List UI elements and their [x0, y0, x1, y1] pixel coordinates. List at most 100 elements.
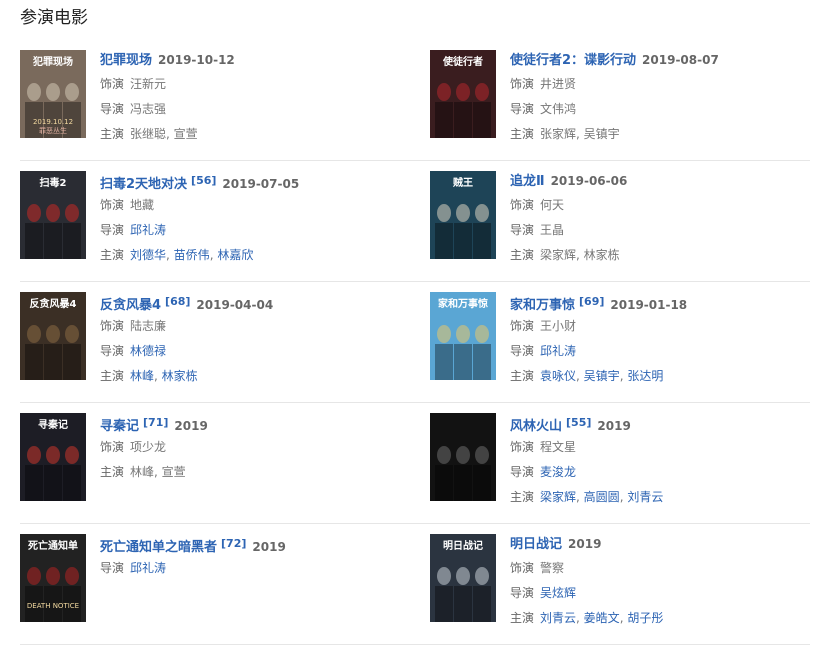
name-separator: , — [576, 369, 584, 383]
meta-label: 主演 — [510, 248, 535, 262]
cast-name: 林家栋 — [583, 248, 620, 262]
cast-name-link[interactable]: 吴镇宇 — [584, 369, 620, 383]
movie-poster[interactable]: 明日战记 — [430, 534, 496, 622]
svg-text:罪恶丛生: 罪恶丛生 — [39, 126, 67, 135]
director-name-link[interactable]: 邱礼涛 — [540, 344, 576, 358]
movie-poster[interactable]: 死亡通知单 DEATH NOTICE — [20, 534, 86, 622]
movie-poster[interactable]: 扫毒2 — [20, 171, 86, 259]
reference-link[interactable]: [68] — [165, 295, 190, 308]
cast-name-link[interactable]: 林峰 — [130, 369, 154, 383]
cast-name-link[interactable]: 袁咏仪 — [540, 369, 576, 383]
svg-text:DEATH NOTICE: DEATH NOTICE — [27, 602, 79, 610]
director-line: 导演 王晶 — [510, 219, 810, 242]
cast-line: 主演 梁家辉, 林家栋 — [510, 244, 810, 267]
movie-title-line: 家和万事惊 [69] 2019-01-18 — [510, 291, 810, 313]
movie-card: 贼王 追龙Ⅱ 2019-06-06 饰演 何天 导演 王晶 主演 梁家辉, 林家栋 — [430, 171, 815, 271]
reference-link[interactable]: [69] — [579, 295, 604, 308]
meta-label: 导演 — [510, 586, 535, 600]
movie-poster[interactable]: 家和万事惊 — [430, 292, 496, 380]
cast-name-link[interactable]: 刘青云 — [627, 490, 663, 504]
meta-label: 导演 — [510, 223, 535, 237]
cast-name-link[interactable]: 林嘉欣 — [217, 248, 253, 262]
movie-title-link[interactable]: 追龙Ⅱ — [510, 174, 545, 189]
role-name: 陆志廉 — [130, 319, 167, 333]
movie-title-line: 追龙Ⅱ 2019-06-06 — [510, 170, 810, 192]
director-name-link[interactable]: 邱礼涛 — [130, 561, 166, 575]
release-date: 2019-01-18 — [610, 298, 688, 312]
movie-title-link[interactable]: 反贪风暴4 — [100, 298, 161, 313]
director-name-link[interactable]: 邱礼涛 — [130, 223, 166, 237]
director-name-link[interactable]: 林德禄 — [130, 344, 166, 358]
movie-poster[interactable]: 寻秦记 — [20, 413, 86, 501]
meta-label: 主演 — [100, 369, 125, 383]
cast-name-link[interactable]: 高圆圆 — [584, 490, 620, 504]
reference-link[interactable]: [56] — [191, 174, 216, 187]
movie-title-link[interactable]: 明日战记 — [510, 537, 562, 552]
cast-line: 主演 张家辉, 吴镇宇 — [510, 123, 810, 146]
cast-name-link[interactable]: 苗侨伟 — [174, 248, 210, 262]
movie-info: 死亡通知单之暗黑者 [72] 2019 导演 邱礼涛 — [100, 533, 400, 580]
cast-name-link[interactable]: 姜皓文 — [584, 611, 620, 625]
name-separator: , — [154, 465, 162, 479]
poster-image: 明日战记 — [430, 534, 496, 622]
movie-title-link[interactable]: 寻秦记 — [100, 419, 139, 434]
poster-title-text: 犯罪现场 — [32, 55, 73, 68]
reference-link[interactable]: [55] — [566, 416, 591, 429]
movie-row: 死亡通知单 DEATH NOTICE 死亡通知单之暗黑者 [72] 2019 导演 邱礼涛明… — [20, 524, 810, 645]
release-date: 2019 — [568, 537, 602, 551]
cast-name-link[interactable]: 梁家辉 — [540, 490, 576, 504]
cast-line: 主演 张继聪, 宣萱 — [100, 123, 400, 146]
poster-title-text: 贼王 — [452, 176, 473, 189]
cast-name: 宣萱 — [161, 465, 186, 479]
meta-label: 导演 — [510, 465, 535, 479]
role-name: 项少龙 — [130, 440, 167, 454]
role-line: 饰演 地藏 — [100, 194, 400, 217]
movie-card: 明日战记 明日战记 2019 饰演 警察导演 吴炫辉主演 刘青云, 姜皓文, 胡子彤 — [430, 534, 815, 634]
movie-poster[interactable]: 反贪风暴4 — [20, 292, 86, 380]
movie-poster[interactable]: 犯罪现场 2019.10.12 罪恶丛生 — [20, 50, 86, 138]
director-name-link[interactable]: 麦浚龙 — [540, 465, 576, 479]
director-line: 导演 邱礼涛 — [100, 219, 400, 242]
poster-image: 扫毒2 — [20, 171, 86, 259]
cast-name-link[interactable]: 胡子彤 — [627, 611, 663, 625]
reference-link[interactable]: [72] — [221, 537, 246, 550]
movie-row: 犯罪现场 2019.10.12 罪恶丛生 犯罪现场 2019-10-12 饰演 汪新元 导演冯… — [20, 40, 810, 161]
meta-label: 导演 — [100, 561, 125, 575]
meta-label: 饰演 — [100, 440, 125, 454]
poster-image: 反贪风暴4 — [20, 292, 86, 380]
cast-name: 张家辉 — [540, 127, 577, 141]
director-name-link[interactable]: 吴炫辉 — [540, 586, 576, 600]
meta-label: 主演 — [510, 127, 535, 141]
cast-name-link[interactable]: 张达明 — [627, 369, 663, 383]
role-line: 饰演 陆志廉 — [100, 315, 400, 338]
role-line: 饰演 警察 — [510, 557, 810, 580]
movie-poster[interactable]: 贼王 — [430, 171, 496, 259]
meta-label: 饰演 — [510, 440, 535, 454]
movie-grid: 犯罪现场 2019.10.12 罪恶丛生 犯罪现场 2019-10-12 饰演 汪新元 导演冯… — [20, 40, 810, 645]
director-line: 导演 文伟鸿 — [510, 98, 810, 121]
director-name: 冯志强 — [130, 102, 167, 116]
svg-text:2019.10.12: 2019.10.12 — [33, 118, 73, 126]
cast-line: 主演 刘德华, 苗侨伟, 林嘉欣 — [100, 244, 400, 267]
movie-title-link[interactable]: 使徒行者2：谍影行动 — [510, 53, 636, 68]
cast-line: 主演 刘青云, 姜皓文, 胡子彤 — [510, 607, 810, 630]
movie-title-link[interactable]: 犯罪现场 — [100, 53, 152, 68]
name-separator: , — [576, 611, 584, 625]
movie-poster[interactable] — [430, 413, 496, 501]
movie-title-link[interactable]: 扫毒2天地对决 — [100, 177, 187, 192]
poster-title-text: 寻秦记 — [38, 418, 68, 431]
movie-row: 寻秦记 寻秦记 [71] 2019 饰演 项少龙 主演 林峰, 宣萱 风林火山 [55] 2019 饰… — [20, 403, 810, 524]
cast-name-link[interactable]: 刘德华 — [130, 248, 166, 262]
poster-title-text: 明日战记 — [443, 539, 483, 552]
meta-label: 饰演 — [510, 561, 535, 575]
movie-poster[interactable]: 使徒行者 — [430, 50, 496, 138]
cast-name-link[interactable]: 刘青云 — [540, 611, 576, 625]
movie-info: 使徒行者2：谍影行动 2019-08-07 饰演 井进贤 导演 文伟鸿 主演 张家辉, 吴镇宇 — [510, 49, 810, 146]
movie-title-link[interactable]: 死亡通知单之暗黑者 — [100, 540, 217, 555]
section-title: 参演电影 — [20, 8, 88, 28]
movie-title-line: 扫毒2天地对决 [56] 2019-07-05 — [100, 170, 400, 192]
cast-name-link[interactable]: 林家栋 — [162, 369, 198, 383]
movie-title-link[interactable]: 家和万事惊 — [510, 298, 575, 313]
movie-title-link[interactable]: 风林火山 — [510, 419, 562, 434]
reference-link[interactable]: [71] — [143, 416, 168, 429]
